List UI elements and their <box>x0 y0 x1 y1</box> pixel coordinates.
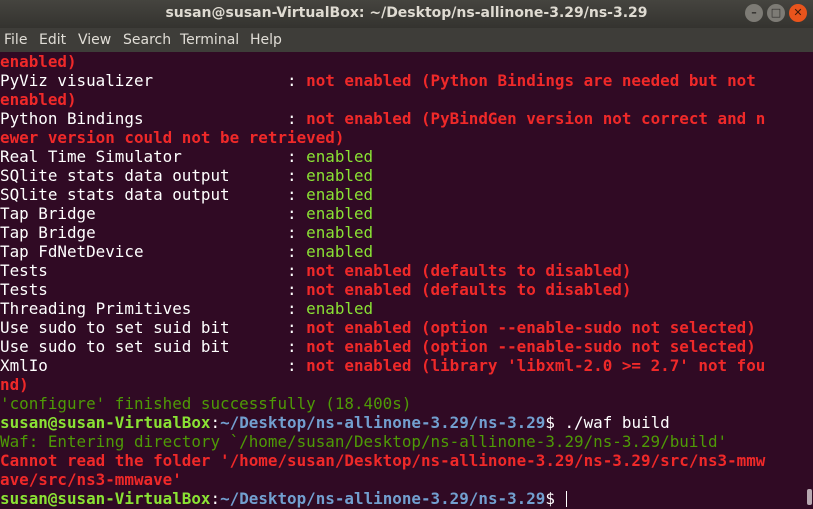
menu-edit[interactable]: Edit <box>39 32 66 48</box>
terminal-text: Tap Bridge : <box>0 204 307 223</box>
terminal-line: Use sudo to set suid bit : not enabled (… <box>0 337 756 356</box>
terminal-text: Use sudo to set suid bit : <box>0 318 307 337</box>
terminal-line: Tap Bridge : enabled <box>0 223 373 242</box>
terminal-text: not enabled (library 'libxml-2.0 >= 2.7'… <box>306 356 766 375</box>
menu-terminal[interactable]: Terminal <box>180 32 239 48</box>
terminal-text: not enabled (PyBindGen version not corre… <box>306 109 766 128</box>
terminal-line: Tests : not enabled (defaults to disable… <box>0 261 631 280</box>
terminal-text: susan@susan-VirtualBox <box>0 413 211 432</box>
terminal-text: enabled <box>306 223 374 242</box>
terminal-text: $ ./waf build <box>545 413 670 432</box>
terminal-line: Python Bindings : not enabled (PyBindGen… <box>0 109 765 128</box>
terminal-output[interactable]: enabled) PyViz visualizer : not enabled (… <box>0 52 806 509</box>
menu-bar: File Edit View Search Terminal Help <box>0 28 813 52</box>
terminal-text: XmlIo : <box>0 356 307 375</box>
terminal-text: nd) <box>0 375 29 394</box>
terminal-text: Tap Bridge : <box>0 223 307 242</box>
terminal-line: susan@susan-VirtualBox:~/Desktop/ns-alli… <box>0 413 670 432</box>
terminal-text: not enabled (option --enable-sudo not se… <box>306 318 756 337</box>
window-title: susan@susan-VirtualBox: ~/Desktop/ns-all… <box>165 5 648 21</box>
terminal-text: PyViz visualizer : <box>0 71 307 90</box>
menu-help[interactable]: Help <box>250 32 282 48</box>
terminal-text: ewer version could not be retrieved) <box>0 128 345 147</box>
terminal-text: enabled <box>306 166 374 185</box>
terminal-line: Tap FdNetDevice : enabled <box>0 242 373 261</box>
terminal-text: enabled <box>306 204 374 223</box>
terminal-line: Use sudo to set suid bit : not enabled (… <box>0 318 756 337</box>
terminal-text: enabled <box>306 185 374 204</box>
terminal-text: Tests : <box>0 280 307 299</box>
terminal-text: : <box>210 413 221 432</box>
terminal-line: Real Time Simulator : enabled <box>0 147 373 166</box>
terminal-text: not enabled (defaults to disabled) <box>306 280 632 299</box>
terminal-text: ~/Desktop/ns-allinone-3.29/ns-3.29 <box>220 489 546 508</box>
terminal-line: XmlIo : not enabled (library 'libxml-2.0… <box>0 356 765 375</box>
terminal-text: enabled) <box>0 52 77 71</box>
terminal-line: enabled) <box>0 90 77 109</box>
terminal-line: SQlite stats data output : enabled <box>0 166 373 185</box>
terminal-text: Waf: Entering directory `/home/susan/Des… <box>0 432 728 451</box>
terminal-text: SQlite stats data output : <box>0 185 307 204</box>
terminal-text: enabled) <box>0 90 77 109</box>
terminal-line: SQlite stats data output : enabled <box>0 185 373 204</box>
terminal-text: Threading Primitives : <box>0 299 307 318</box>
scrollbar-thumb[interactable] <box>807 489 812 505</box>
terminal-text: not enabled (option --enable-sudo not se… <box>306 337 756 356</box>
terminal-text: Use sudo to set suid bit : <box>0 337 307 356</box>
text-cursor <box>566 491 568 507</box>
maximize-button[interactable]: □ <box>767 4 785 22</box>
terminal-line: Tests : not enabled (defaults to disable… <box>0 280 631 299</box>
minimize-button[interactable]: – <box>745 4 763 22</box>
terminal-line: Cannot read the folder '/home/susan/Desk… <box>0 451 765 470</box>
terminal-text: : <box>210 489 221 508</box>
terminal-text: enabled <box>306 147 374 166</box>
terminal-text: $ <box>545 489 565 508</box>
terminal-line: enabled) <box>0 52 77 71</box>
terminal-text: ~/Desktop/ns-allinone-3.29/ns-3.29 <box>220 413 546 432</box>
menu-search[interactable]: Search <box>123 32 171 48</box>
terminal-text: enabled <box>306 299 374 318</box>
terminal-line: ave/src/ns3-mmwave' <box>0 470 182 489</box>
terminal-line: 'configure' finished successfully (18.40… <box>0 394 411 413</box>
terminal-text: not enabled (Python Bindings are needed … <box>306 71 756 90</box>
terminal-text: enabled <box>306 242 374 261</box>
terminal-text: not enabled (defaults to disabled) <box>306 261 632 280</box>
terminal-text: Python Bindings : <box>0 109 307 128</box>
terminal-text: Tap FdNetDevice : <box>0 242 307 261</box>
menu-view[interactable]: View <box>78 32 111 48</box>
terminal-line: Threading Primitives : enabled <box>0 299 373 318</box>
menu-file[interactable]: File <box>4 32 27 48</box>
scrollbar[interactable] <box>806 52 813 509</box>
terminal-text: SQlite stats data output : <box>0 166 307 185</box>
close-button[interactable]: ✕ <box>789 4 807 22</box>
terminal-line: nd) <box>0 375 29 394</box>
terminal-text: Real Time Simulator : <box>0 147 307 166</box>
terminal-line: ewer version could not be retrieved) <box>0 128 344 147</box>
terminal-line: susan@susan-VirtualBox:~/Desktop/ns-alli… <box>0 489 568 508</box>
title-bar: susan@susan-VirtualBox: ~/Desktop/ns-all… <box>0 0 813 28</box>
terminal-text: Cannot read the folder '/home/susan/Desk… <box>0 451 766 470</box>
terminal-text: Tests : <box>0 261 307 280</box>
terminal-text: ave/src/ns3-mmwave' <box>0 470 182 489</box>
terminal-text: susan@susan-VirtualBox <box>0 489 211 508</box>
terminal-line: Tap Bridge : enabled <box>0 204 373 223</box>
terminal-line: PyViz visualizer : not enabled (Python B… <box>0 71 756 90</box>
terminal-line: Waf: Entering directory `/home/susan/Des… <box>0 432 727 451</box>
terminal-text: 'configure' finished successfully (18.40… <box>0 394 412 413</box>
